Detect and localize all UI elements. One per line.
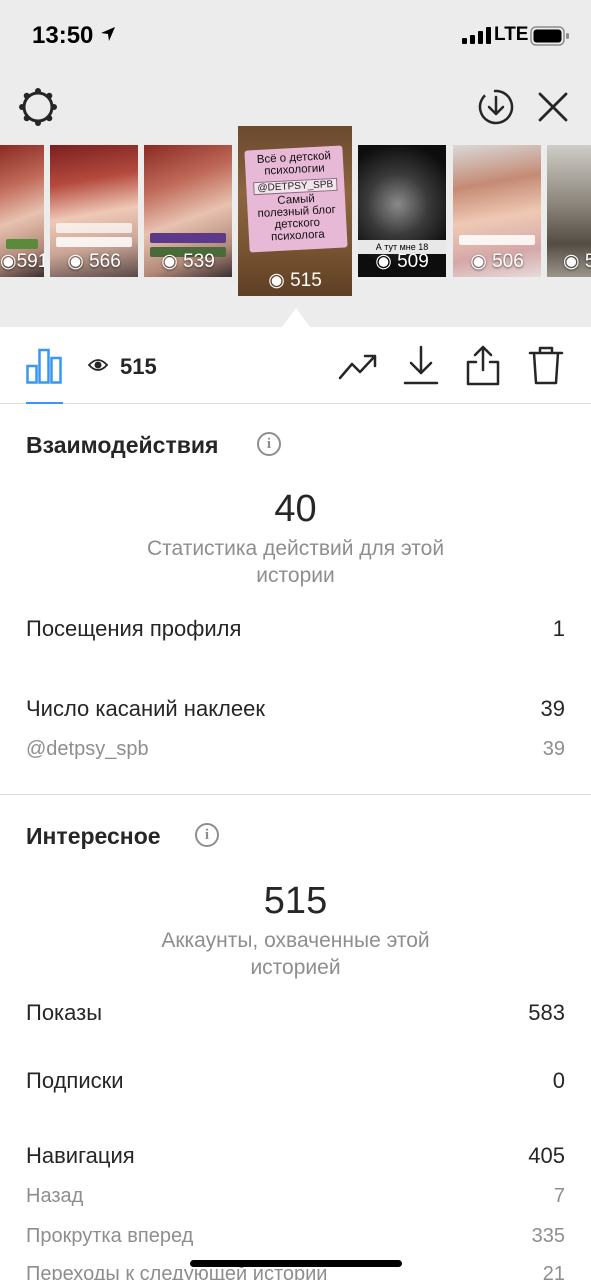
story-views: ◉591 <box>0 251 44 272</box>
story-thumbnail[interactable]: ◉591 <box>0 145 44 277</box>
story-views: ◉ 509 <box>375 251 429 272</box>
info-icon[interactable]: i <box>257 432 281 456</box>
discovery-total: 515 <box>263 880 328 922</box>
eye-icon: ◉ <box>563 251 585 272</box>
story-views: ◉ 566 <box>67 251 121 272</box>
stat-sublabel: Прокрутка вперед <box>26 1225 194 1247</box>
stat-subvalue: 335 <box>531 1225 565 1247</box>
location-arrow-icon <box>101 27 115 41</box>
story-thumbnail[interactable]: ◉ 5 <box>547 145 591 277</box>
share-icon[interactable] <box>465 344 501 386</box>
stat-label: Навигация <box>26 1143 135 1168</box>
interactions-total: 40 <box>274 488 317 530</box>
stat-value: 1 <box>552 616 565 641</box>
battery-icon <box>530 26 569 46</box>
stat-value: 0 <box>552 1068 565 1093</box>
story-thumbnail-selected[interactable]: Всё о детской психологии @DETPSY_SPB Сам… <box>238 126 352 296</box>
eye-icon <box>88 359 108 371</box>
discovery-title: Интересное <box>26 823 161 849</box>
story-views: ◉ 506 <box>470 251 524 272</box>
interactions-title: Взаимодействия <box>26 432 219 458</box>
trash-icon[interactable] <box>528 344 564 386</box>
story-thumbnail[interactable]: ◉ 539 <box>144 145 232 277</box>
stat-subvalue: 21 <box>542 1263 565 1280</box>
active-tab-indicator <box>26 402 63 404</box>
stat-value: 583 <box>528 1000 565 1025</box>
views-count: 515 <box>120 354 157 379</box>
settings-gear-icon[interactable] <box>17 86 59 128</box>
story-views: ◉ 5 <box>563 251 591 272</box>
story-thumbnail[interactable]: ◉ 566 <box>50 145 138 277</box>
stat-label: Подписки <box>26 1068 124 1093</box>
stat-sublabel: @detpsy_spb <box>26 738 149 760</box>
trending-up-icon[interactable] <box>338 350 378 382</box>
stat-label: Посещения профиля <box>26 616 242 641</box>
stat-label: Показы <box>26 1000 103 1025</box>
stat-value: 405 <box>528 1143 565 1168</box>
status-time: 13:50 <box>32 22 94 49</box>
eye-icon: ◉ <box>375 251 398 272</box>
eye-icon: ◉ <box>67 251 90 272</box>
story-views: ◉ 539 <box>161 251 215 272</box>
story-thumbnail[interactable]: А тут мне 18 ◉ 509 <box>358 145 446 277</box>
eye-icon: ◉ <box>470 251 493 272</box>
download-icon[interactable] <box>403 345 439 385</box>
section-divider <box>0 794 591 795</box>
info-icon[interactable]: i <box>195 823 219 847</box>
discovery-subtitle: Аккаунты, охваченные этой историей <box>161 929 430 979</box>
stat-label: Число касаний наклеек <box>26 696 265 721</box>
eye-icon: ◉ <box>161 251 184 272</box>
eye-icon: ◉ <box>0 251 17 272</box>
close-icon[interactable] <box>537 91 569 123</box>
stat-sublabel: Назад <box>26 1185 84 1207</box>
selected-story-pointer <box>282 308 310 327</box>
signal-icon <box>462 27 491 44</box>
stat-subvalue: 7 <box>553 1185 565 1207</box>
story-views: ◉ 515 <box>268 270 322 291</box>
home-indicator <box>190 1260 402 1267</box>
interactions-subtitle: Статистика действий для этой истории <box>146 537 445 587</box>
eye-icon: ◉ <box>268 270 291 291</box>
stat-value: 39 <box>540 696 565 721</box>
stat-subvalue: 39 <box>542 738 565 760</box>
network-type: LTE <box>494 24 529 45</box>
save-circle-download-icon[interactable] <box>476 87 516 127</box>
story-thumbnail[interactable]: ◉ 506 <box>453 145 541 277</box>
story-text-card: Всё о детской психологии @DETPSY_SPB Сам… <box>244 145 348 253</box>
bar-chart-icon[interactable] <box>26 348 62 384</box>
